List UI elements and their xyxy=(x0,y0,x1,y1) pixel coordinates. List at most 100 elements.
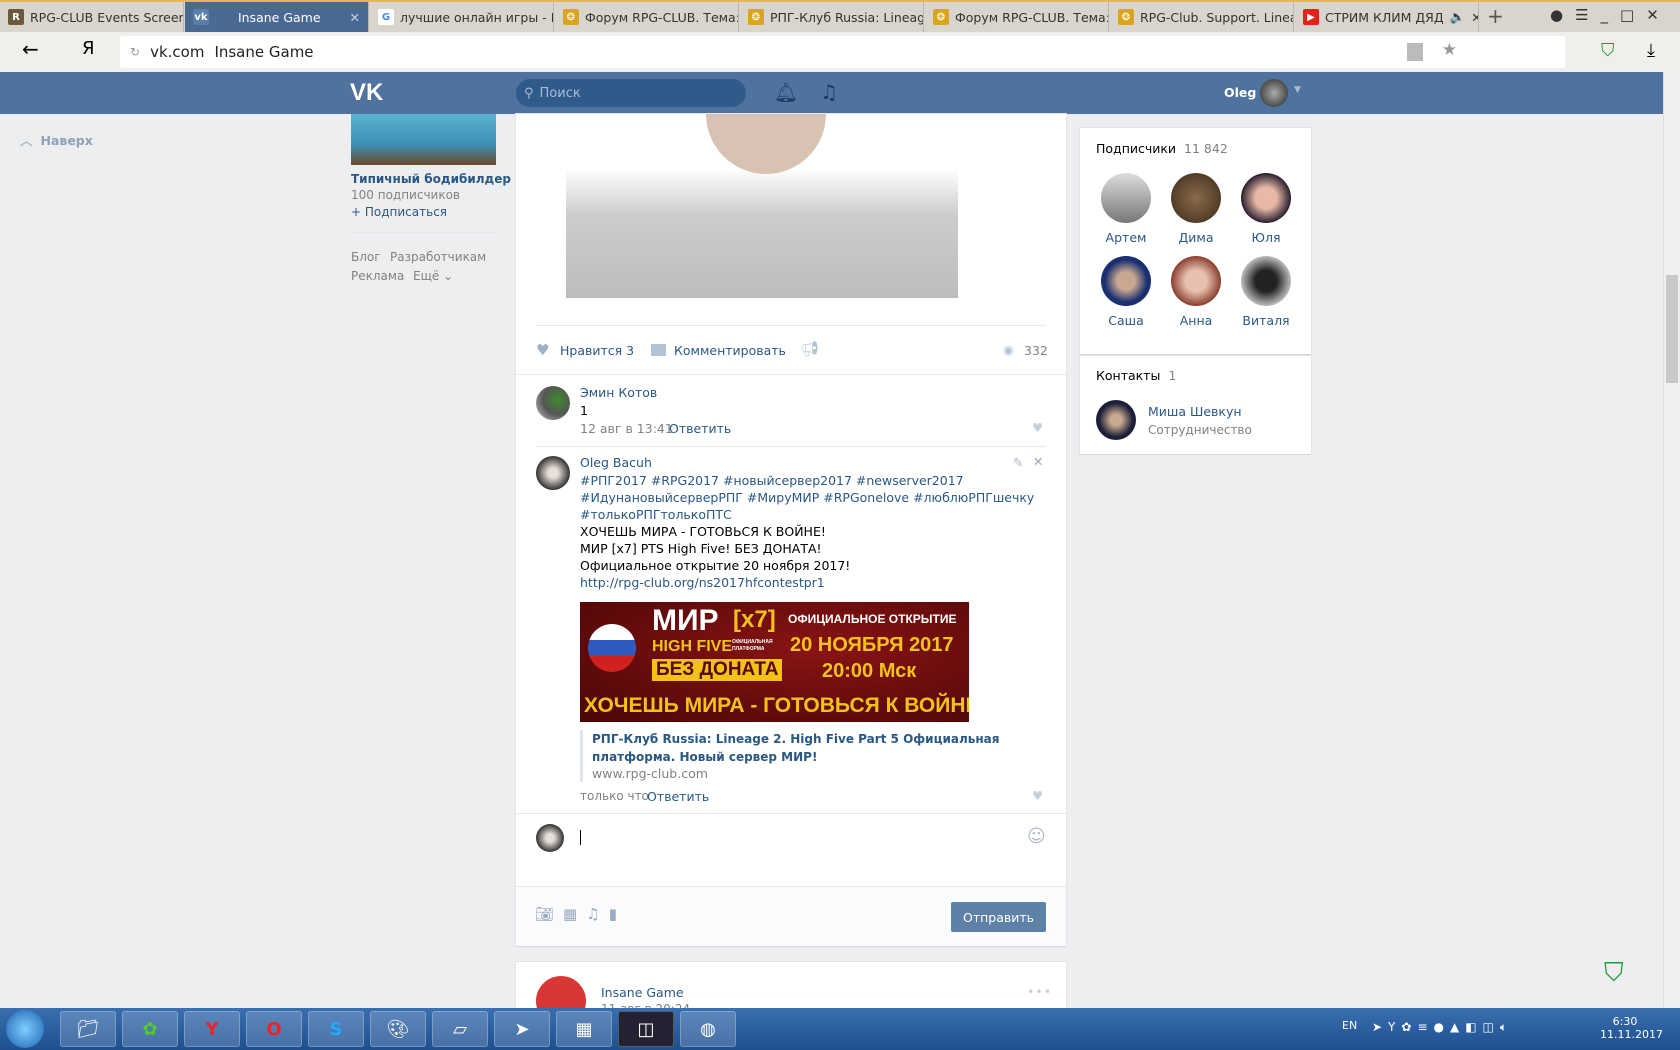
close-tab-icon[interactable]: ✕ xyxy=(350,10,360,25)
send-button[interactable]: Отправить xyxy=(951,902,1046,932)
tab-insane-game[interactable]: vk Insane Game ✕ xyxy=(185,2,369,32)
comment-icon[interactable] xyxy=(651,344,666,356)
reply-link[interactable]: Ответить xyxy=(669,420,731,437)
subscriber-avatar[interactable] xyxy=(1171,256,1221,306)
group-subscribe-link[interactable]: + Подписаться xyxy=(351,205,447,219)
comment-url-link[interactable]: http://rpg-club.org/ns2017hfcontestpr1 xyxy=(580,574,825,591)
footer-link-more[interactable]: Ещё ⌄ xyxy=(413,269,453,283)
reply-link[interactable]: Ответить xyxy=(647,788,709,805)
back-to-top-link[interactable]: ︿ Наверх xyxy=(20,130,93,149)
comment-hashtags[interactable]: #ИдунановыйсерверРПГ #МируМИР #RPGonelov… xyxy=(580,489,1034,506)
yandex-logo[interactable]: Я xyxy=(82,38,95,59)
minimize-icon[interactable]: _ xyxy=(1601,6,1621,24)
like-button[interactable]: Нравится 3 xyxy=(560,343,634,358)
page-scrollbar[interactable] xyxy=(1663,72,1680,1008)
comment-author[interactable]: Oleg Bacuh xyxy=(580,454,652,471)
app-taskbar-icon[interactable]: ◍ xyxy=(680,1011,736,1047)
url-field[interactable]: ↻ vk.com Insane Game ★ xyxy=(120,36,1565,68)
post-photo[interactable] xyxy=(566,114,958,298)
maximize-icon[interactable]: □ xyxy=(1620,6,1646,24)
commenter-avatar[interactable] xyxy=(536,456,570,490)
tab-rpg-club-lineage[interactable]: ❂ РПГ-Клуб Russia: Lineage xyxy=(740,2,924,32)
back-button[interactable]: ← xyxy=(22,37,39,61)
delete-close-icon[interactable]: ✕ xyxy=(1033,454,1043,469)
scrollbar-thumb[interactable] xyxy=(1666,275,1678,383)
contacts-header[interactable]: Контакты 1 xyxy=(1096,368,1176,383)
user-name[interactable]: Oleg xyxy=(1224,85,1256,100)
comment-like-icon[interactable]: ♥ xyxy=(1032,420,1043,435)
video-icon[interactable]: ▦ xyxy=(563,905,586,923)
contact-avatar[interactable] xyxy=(1096,400,1136,440)
link-preview-domain[interactable]: www.rpg-club.com xyxy=(592,766,708,781)
commenter-avatar[interactable] xyxy=(536,386,570,420)
comment-date[interactable]: только что xyxy=(580,788,649,805)
paint-taskbar-icon[interactable]: 🎨︎ xyxy=(370,1011,426,1047)
subscriber-avatar[interactable] xyxy=(1101,173,1151,223)
lock-icon[interactable] xyxy=(1407,43,1423,61)
chevron-down-icon[interactable]: ▼ xyxy=(1294,85,1301,95)
clock[interactable]: 6:30 11.11.2017 xyxy=(1600,1015,1663,1041)
comment-author[interactable]: Эмин Котов xyxy=(580,384,657,401)
tab-forum-2[interactable]: ❂ Форум RPG-CLUB. Тема: xyxy=(925,2,1109,32)
promo-banner-image[interactable]: МИР [x7] HIGH FIVE ОФИЦИАЛЬНАЯ ПЛАТФОРМА… xyxy=(580,602,969,722)
footer-link-blog[interactable]: Блог xyxy=(351,250,381,264)
tab-support[interactable]: ❂ RPG-Club. Support. Lineag xyxy=(1110,2,1294,32)
telegram-taskbar-icon[interactable]: ➤ xyxy=(494,1011,550,1047)
explorer-taskbar-icon[interactable]: 📁︎ xyxy=(60,1011,116,1047)
comment-hashtags[interactable]: #РПГ2017 #RPG2017 #новыйсервер2017 #news… xyxy=(580,472,964,489)
subscriber-avatar[interactable] xyxy=(1101,256,1151,306)
close-tab-icon[interactable]: ✕ xyxy=(1471,10,1478,25)
camera-icon[interactable]: 📷︎ xyxy=(535,905,563,923)
comment-hashtags[interactable]: #толькоРПГтолькоПТС xyxy=(580,506,732,523)
tab-youtube-stream[interactable]: ▶ СТРИМ КЛИМ ДЯД 🔈 ✕ xyxy=(1295,2,1479,32)
language-indicator[interactable]: EN xyxy=(1342,1019,1357,1032)
like-heart-icon[interactable]: ♥ xyxy=(536,341,549,359)
search-input[interactable]: ⚲ Поиск xyxy=(516,79,746,107)
contact-name[interactable]: Миша Шевкун xyxy=(1148,404,1242,419)
subscriber-name[interactable]: Артем xyxy=(1096,230,1156,245)
yandex-browser-taskbar-icon[interactable]: Y xyxy=(184,1011,240,1047)
subscriber-avatar[interactable] xyxy=(1241,173,1291,223)
subscriber-name[interactable]: Дима xyxy=(1166,230,1226,245)
comment-button[interactable]: Комментировать xyxy=(674,343,786,358)
close-window-icon[interactable]: ✕ xyxy=(1646,6,1671,24)
comment-like-icon[interactable]: ♥ xyxy=(1032,788,1043,803)
user-avatar[interactable] xyxy=(1260,79,1288,107)
vk-logo[interactable]: VK xyxy=(350,79,383,107)
system-tray-icons[interactable]: ➤Y✿≡●▲◧◫🔈︎ xyxy=(1372,1020,1513,1035)
protect-badge-icon[interactable]: ⛉ xyxy=(1604,958,1624,989)
tab-rpg-club-events[interactable]: R RPG-CLUB Events Screens xyxy=(0,2,184,32)
bookmark-star-icon[interactable]: ★ xyxy=(1442,40,1457,60)
new-tab-button[interactable]: + xyxy=(1487,4,1504,28)
subscribers-header[interactable]: Подписчики 11 842 xyxy=(1096,141,1228,156)
subscriber-avatar[interactable] xyxy=(1171,173,1221,223)
icq-taskbar-icon[interactable]: ✿ xyxy=(122,1011,178,1047)
comment-input[interactable] xyxy=(576,820,996,880)
share-megaphone-icon[interactable]: 📢︎ xyxy=(800,340,819,358)
profile-icon[interactable]: ● xyxy=(1550,6,1575,24)
protect-shield-icon[interactable]: ⛉ xyxy=(1601,40,1615,61)
comment-date[interactable]: 12 авг в 13:41 xyxy=(580,420,673,437)
subscriber-name[interactable]: Виталя xyxy=(1236,313,1296,328)
link-preview-title[interactable]: РПГ-Клуб Russia: Lineage 2. High Five Pa… xyxy=(592,730,1052,766)
subscriber-name[interactable]: Юля xyxy=(1236,230,1296,245)
window-controls[interactable]: ●☰_□✕ xyxy=(1550,6,1671,24)
emoji-icon[interactable]: ☺ xyxy=(1027,826,1046,847)
tab-forum-1[interactable]: ❂ Форум RPG-CLUB. Тема: xyxy=(555,2,739,32)
music-note-icon[interactable]: ♫ xyxy=(586,905,608,923)
group-ad-name[interactable]: Типичный бодибилдер xyxy=(351,172,511,186)
calculator-taskbar-icon[interactable]: ▦ xyxy=(556,1011,612,1047)
document-icon[interactable]: ▮ xyxy=(609,905,626,923)
more-options-icon[interactable]: ••• xyxy=(1027,984,1052,999)
tab-google[interactable]: Gлучшие онлайн игры - П xyxy=(370,2,554,32)
music-icon[interactable]: ♫ xyxy=(820,80,838,104)
footer-link-developers[interactable]: Разработчикам xyxy=(390,250,486,264)
notes-taskbar-icon[interactable]: ▱ xyxy=(432,1011,488,1047)
opera-taskbar-icon[interactable]: O xyxy=(246,1011,302,1047)
group-ad-image[interactable] xyxy=(351,114,496,165)
notifications-bell-icon[interactable]: 🔔︎ xyxy=(774,81,798,104)
subscriber-name[interactable]: Анна xyxy=(1166,313,1226,328)
start-button[interactable] xyxy=(6,1010,44,1048)
subscriber-avatar[interactable] xyxy=(1241,256,1291,306)
skype-taskbar-icon[interactable]: S xyxy=(308,1011,364,1047)
